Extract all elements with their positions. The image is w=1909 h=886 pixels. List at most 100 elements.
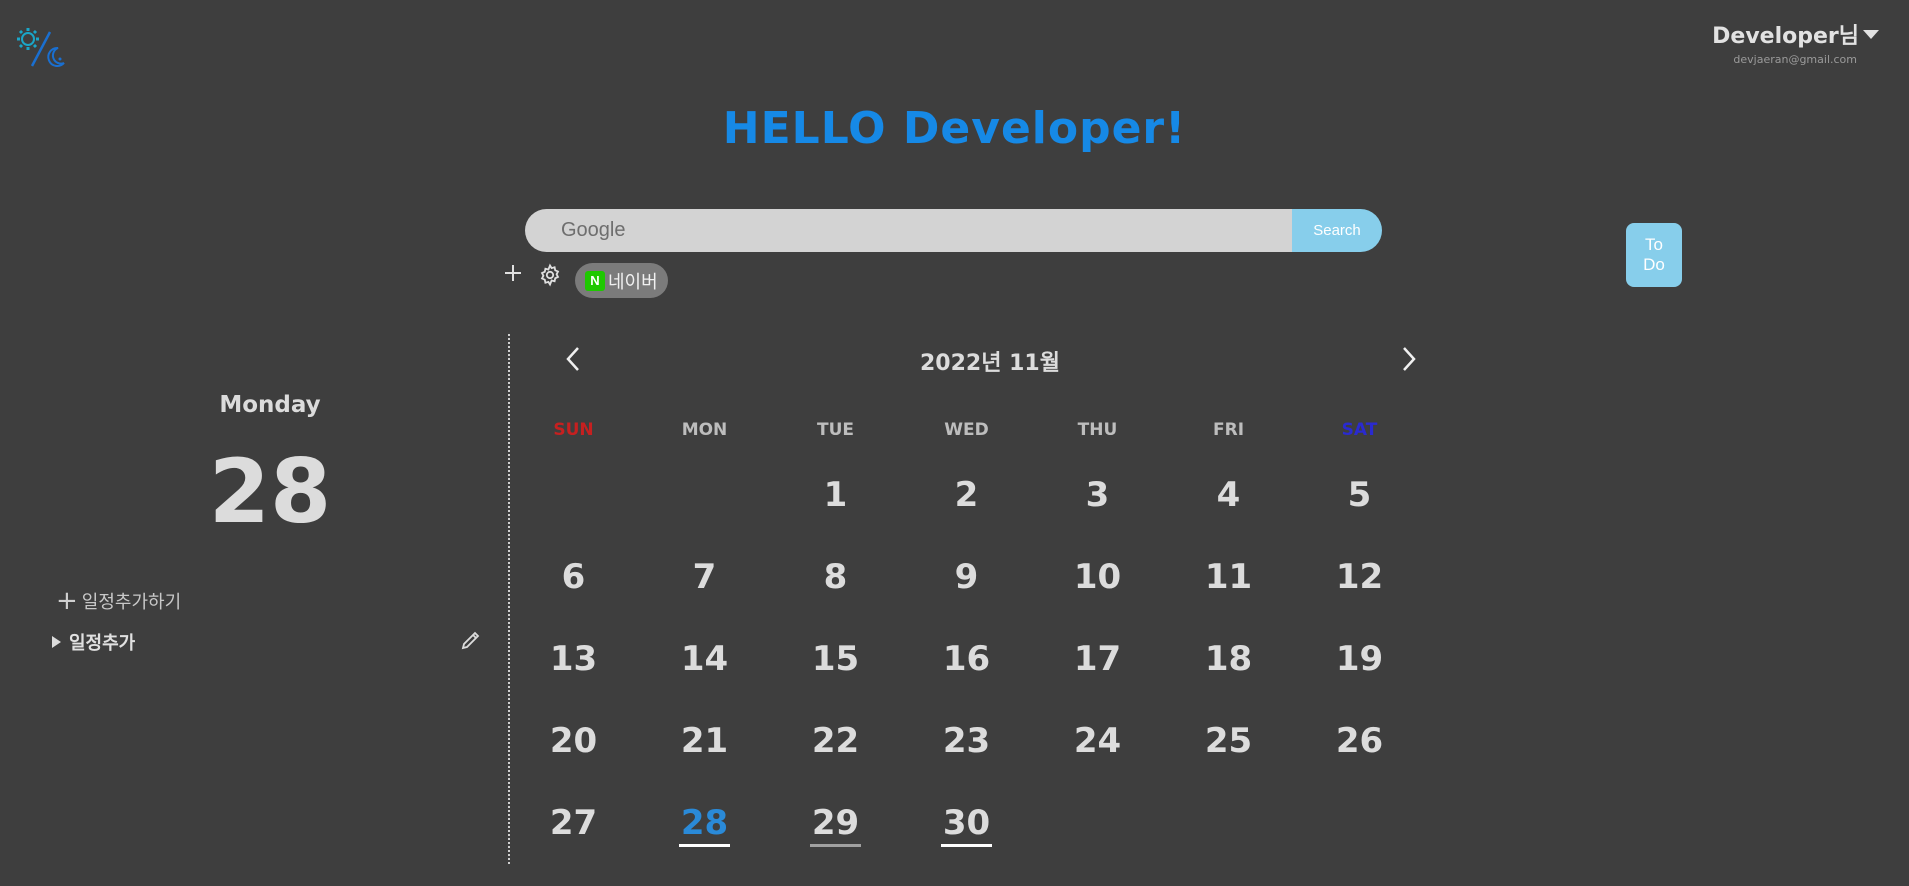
next-month-button[interactable] [1396, 343, 1422, 375]
calendar-cell: 17 [1032, 610, 1163, 692]
calendar-day[interactable]: 27 [548, 802, 599, 844]
weekday-sat: SAT [1341, 420, 1378, 440]
add-shortcut-button[interactable] [500, 260, 526, 286]
calendar-day[interactable]: 26 [1334, 720, 1385, 762]
calendar-day[interactable]: 1 [822, 474, 850, 516]
calendar-cell: 20 [508, 692, 639, 774]
calendar-day[interactable]: 20 [548, 720, 599, 762]
calendar-cell: 15 [770, 610, 901, 692]
calendar-day[interactable]: 4 [1215, 474, 1243, 516]
calendar-cell [1032, 774, 1163, 856]
calendar-cell: 3 [1032, 446, 1163, 528]
calendar-day[interactable]: 11 [1203, 556, 1254, 598]
calendar-day[interactable]: 25 [1203, 720, 1254, 762]
calendar-day[interactable]: 22 [810, 720, 861, 762]
calendar-cell: 19 [1294, 610, 1425, 692]
weekday-sun: SUN [553, 420, 594, 440]
caret-down-icon[interactable] [1863, 29, 1879, 39]
expand-triangle-icon[interactable] [52, 636, 61, 648]
calendar-cell: 29 [770, 774, 901, 856]
calendar-day[interactable]: 23 [941, 720, 992, 762]
calendar-cell: 12 [1294, 528, 1425, 610]
calendar-cell: 14 [639, 610, 770, 692]
calendar-cell: 21 [639, 692, 770, 774]
chevron-right-icon [1403, 347, 1416, 371]
schedule-item-label: 일정추가 [69, 633, 136, 654]
naver-logo-icon: N [585, 270, 605, 291]
app-logo[interactable] [14, 26, 68, 72]
user-name: Developer님 [1712, 24, 1859, 49]
calendar-cell: 13 [508, 610, 639, 692]
calendar-month-title: 2022년 11월 [920, 351, 1060, 376]
calendar-cell: 23 [901, 692, 1032, 774]
todo-label-line1: To [1645, 235, 1663, 254]
calendar-day[interactable]: 6 [560, 556, 588, 598]
todo-label-line2: Do [1643, 255, 1665, 274]
calendar-day[interactable]: 30 [940, 802, 993, 847]
schedule-item[interactable]: 일정추가 [52, 629, 135, 655]
search-bar: Search [525, 209, 1382, 252]
shortcut-label: 네이버 [608, 271, 658, 293]
todo-button[interactable]: To Do [1626, 223, 1682, 287]
calendar-day[interactable]: 17 [1072, 638, 1123, 680]
calendar-day[interactable]: 5 [1346, 474, 1374, 516]
shortcut-settings-button[interactable] [538, 263, 562, 287]
calendar-cell: 1 [770, 446, 901, 528]
add-schedule-label: 일정추가하기 [81, 592, 182, 613]
calendar-day[interactable]: 14 [679, 638, 730, 680]
calendar-cell: 25 [1163, 692, 1294, 774]
plus-icon [505, 265, 521, 281]
calendar-day[interactable]: 16 [941, 638, 992, 680]
calendar-cell: 18 [1163, 610, 1294, 692]
calendar-day[interactable]: 12 [1334, 556, 1385, 598]
calendar-week: 13 14 15 16 17 18 19 [508, 610, 1617, 692]
add-schedule-button[interactable]: + 일정추가하기 [56, 588, 181, 614]
calendar-cell [508, 446, 639, 528]
calendar-week: 1 2 3 4 5 [508, 446, 1617, 528]
calendar-day[interactable]: 21 [679, 720, 730, 762]
calendar-day[interactable]: 18 [1203, 638, 1254, 680]
calendar-cell: 30 [901, 774, 1032, 856]
calendar-cell: 6 [508, 528, 639, 610]
calendar-day[interactable]: 8 [822, 556, 850, 598]
pencil-icon [461, 631, 480, 650]
calendar-weeks: 1 2 3 4 5 6 7 8 9 10 11 12 13 14 15 16 17 18 19 20 21 22 23 24 2… [508, 446, 1617, 856]
weekday-header: SUN MON TUE WED THU FRI SAT [508, 420, 1617, 446]
calendar-day[interactable]: 7 [691, 556, 719, 598]
calendar-cell: 27 [508, 774, 639, 856]
calendar-cell: 7 [639, 528, 770, 610]
calendar-day[interactable]: 10 [1072, 556, 1123, 598]
calendar-cell [1294, 774, 1425, 856]
calendar-day[interactable]: 3 [1084, 474, 1112, 516]
calendar-day[interactable]: 19 [1334, 638, 1385, 680]
prev-month-button[interactable] [560, 343, 586, 375]
calendar-cell: 10 [1032, 528, 1163, 610]
calendar-week: 6 7 8 9 10 11 12 [508, 528, 1617, 610]
search-input[interactable] [525, 209, 1292, 252]
calendar-week: 27 28 29 30 [508, 774, 1617, 856]
calendar-day[interactable]: 15 [810, 638, 861, 680]
calendar-day[interactable]: 2 [953, 474, 981, 516]
calendar-cell: 26 [1294, 692, 1425, 774]
search-button[interactable]: Search [1292, 209, 1382, 252]
user-menu: Developer님 devjaeran@gmail.com [1712, 18, 1879, 66]
calendar-day[interactable]: 29 [809, 802, 862, 847]
edit-schedule-button[interactable] [459, 628, 483, 652]
calendar-day[interactable]: 9 [953, 556, 981, 598]
user-name-toggle[interactable]: Developer님 [1712, 18, 1879, 50]
calendar-cell: 16 [901, 610, 1032, 692]
calendar-day[interactable]: 24 [1072, 720, 1123, 762]
shortcut-naver[interactable]: N 네이버 [575, 263, 668, 298]
greeting-title: HELLO Developer! [722, 103, 1187, 154]
calendar-day[interactable]: 13 [548, 638, 599, 680]
user-email: devjaeran@gmail.com [1733, 53, 1857, 66]
calendar-day[interactable]: 28 [678, 802, 731, 847]
calendar-cell: 22 [770, 692, 901, 774]
weekday-mon: MON [681, 420, 728, 440]
calendar-grid: SUN MON TUE WED THU FRI SAT 1 2 3 4 5 6 7 8 9 10 1… [508, 420, 1617, 856]
calendar-cell: 5 [1294, 446, 1425, 528]
weekday-tue: TUE [816, 420, 854, 440]
calendar-cell: 24 [1032, 692, 1163, 774]
weekday-fri: FRI [1212, 420, 1245, 440]
calendar-cell: 28 [639, 774, 770, 856]
